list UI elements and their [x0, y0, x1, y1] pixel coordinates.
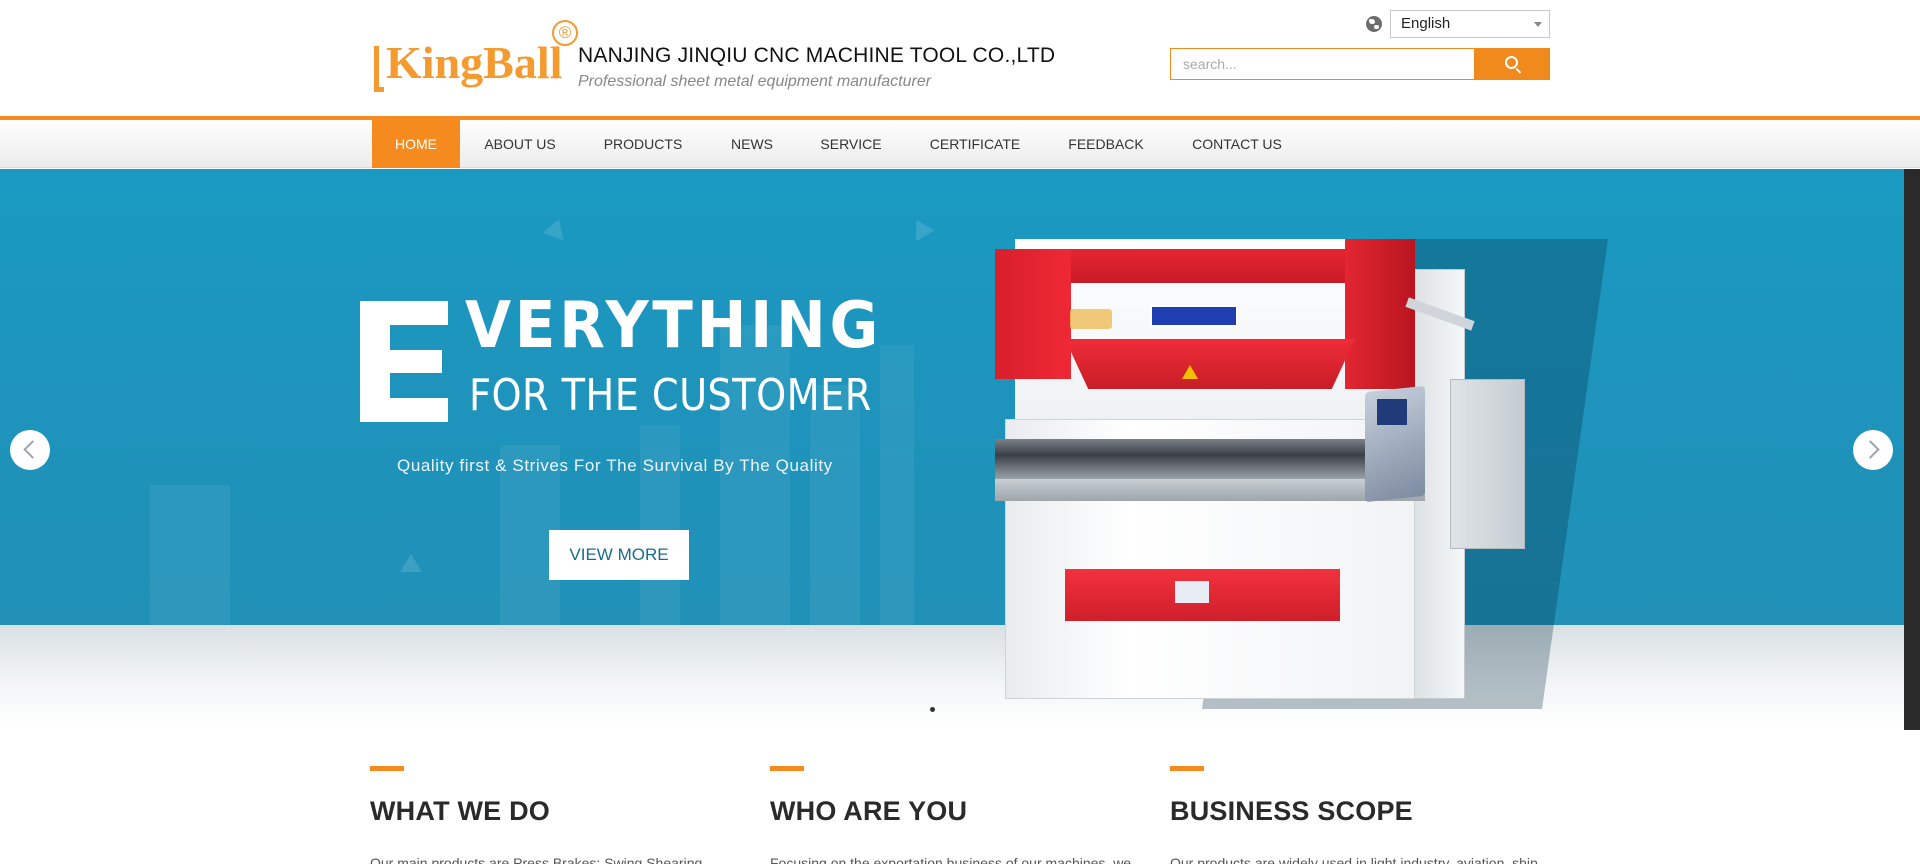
search-icon [1505, 56, 1518, 69]
section-accent-rule [370, 766, 404, 771]
nav-item-products[interactable]: PRODUCTS [590, 120, 696, 168]
hero-floor [0, 625, 1904, 730]
language-switcher: English [1366, 10, 1550, 38]
machine-red-ram [1065, 339, 1355, 389]
registered-mark: ® [552, 20, 578, 46]
machine-lower-beam [995, 479, 1425, 501]
section-text: Our main products are Press Brakes; Swin… [370, 855, 703, 864]
machine-logo-badge [1070, 309, 1112, 329]
decorative-triangle [906, 214, 936, 242]
company-tagline: Professional sheet metal equipment manuf… [578, 73, 932, 90]
search-button[interactable] [1474, 48, 1550, 80]
section-accent-rule [1170, 766, 1204, 771]
nav-item-service[interactable]: SERVICE [810, 120, 892, 168]
language-select[interactable]: English [1390, 10, 1550, 38]
section-title: WHAT WE DO [370, 796, 550, 826]
logo-text: KingBall [386, 37, 563, 88]
nav-item-about-us[interactable]: ABOUT US [470, 120, 570, 168]
machine-nameplate [1150, 305, 1238, 327]
nav-item-certificate[interactable]: CERTIFICATE [920, 120, 1030, 168]
city-silhouette [150, 485, 230, 625]
machine-control-screen [1377, 399, 1407, 425]
headline-line-2: FOR THE CUSTOMER [469, 370, 872, 421]
letter-e-stroke [360, 398, 448, 422]
site-header: KingBall ® NANJING JINQIU CNC MACHINE TO… [0, 0, 1920, 116]
decorative-triangle [400, 554, 422, 572]
kingball-logo[interactable]: KingBall ® [374, 20, 580, 98]
city-silhouette [640, 425, 680, 625]
section-title: WHO ARE YOU [770, 796, 968, 826]
search-input[interactable] [1170, 48, 1476, 80]
hero-slider: VERYTHING FOR THE CUSTOMER Quality first… [0, 169, 1904, 730]
machine-red-right [1345, 239, 1415, 389]
warning-icon [1182, 365, 1198, 379]
section-business-scope: BUSINESS SCOPE Our products are widely u… [1170, 766, 1542, 864]
machine-red-left [995, 249, 1071, 379]
hero-background [0, 169, 1904, 625]
section-text: Focusing on the exportation business of … [770, 855, 1132, 864]
nav-item-contact-us[interactable]: CONTACT US [1182, 120, 1292, 168]
headline-big-letter [360, 301, 448, 422]
machine-tool-beam [995, 439, 1425, 479]
city-silhouette [810, 385, 860, 625]
decorative-triangle [542, 215, 570, 241]
slider-prev-button[interactable] [10, 430, 50, 470]
globe-icon [1366, 16, 1382, 32]
section-title: BUSINESS SCOPE [1170, 796, 1413, 826]
slider-next-button[interactable] [1853, 430, 1893, 470]
machine-electric-cabinet [1450, 379, 1525, 549]
city-silhouette [880, 345, 914, 625]
section-who-are-you: WHO ARE YOU Focusing on the exportation … [770, 766, 1132, 864]
caret-down-icon [1534, 22, 1542, 27]
language-selected-value: English [1401, 15, 1451, 32]
view-more-button[interactable]: VIEW MORE [549, 530, 689, 580]
nav-item-news[interactable]: NEWS [718, 120, 786, 168]
slider-pagination-dot[interactable] [930, 707, 935, 712]
headline-line-1: VERYTHING [465, 289, 883, 363]
press-brake-machine-image [985, 229, 1609, 719]
machine-base-label [1175, 581, 1209, 603]
section-accent-rule [770, 766, 804, 771]
page-scroll-edge [1904, 169, 1920, 730]
section-text: Our products are widely used in light in… [1170, 855, 1542, 864]
company-name: NANJING JINQIU CNC MACHINE TOOL CO.,LTD [578, 44, 1056, 67]
section-what-we-do: WHAT WE DO Our main products are Press B… [370, 766, 730, 864]
hero-subtitle: Quality first & Strives For The Survival… [397, 456, 833, 475]
chevron-right-icon [1861, 440, 1880, 459]
main-nav: HOME ABOUT US PRODUCTS NEWS SERVICE CERT… [0, 120, 1920, 168]
chevron-left-icon [23, 440, 42, 459]
letter-e-stroke [360, 350, 442, 373]
logo-bracket-mark [374, 46, 384, 92]
nav-item-home[interactable]: HOME [372, 120, 460, 168]
nav-item-feedback[interactable]: FEEDBACK [1058, 120, 1154, 168]
